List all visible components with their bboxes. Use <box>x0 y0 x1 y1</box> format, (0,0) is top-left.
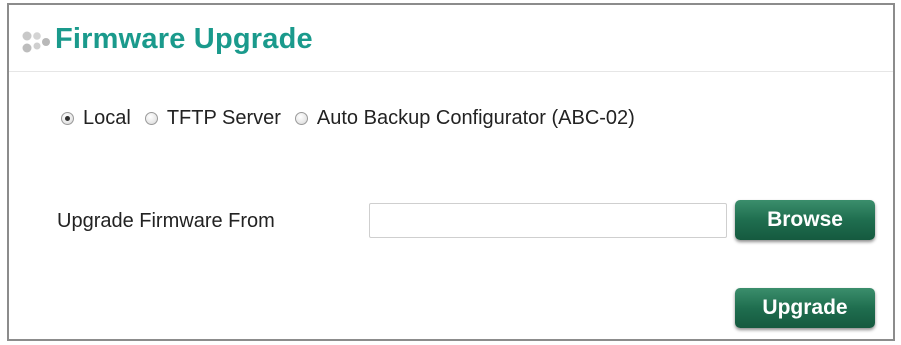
upgrade-from-label: Upgrade Firmware From <box>57 210 275 232</box>
radio-tftp-server-label: TFTP Server <box>166 106 281 129</box>
radio-tftp-server-button[interactable] <box>144 111 158 125</box>
radio-local-button[interactable] <box>61 111 74 125</box>
radio-tftp-server[interactable]: TFTP Server <box>144 106 281 130</box>
radio-local-label: Local <box>83 106 131 129</box>
browse-button[interactable]: Browse <box>735 200 875 240</box>
radio-abc[interactable]: Auto Backup Configurator (ABC-02) <box>294 106 635 130</box>
radio-abc-button[interactable] <box>294 111 308 125</box>
firmware-file-field[interactable] <box>369 203 727 238</box>
firmware-upgrade-panel: Firmware Upgrade Local TFTP Server Auto … <box>7 3 895 341</box>
upgrade-button[interactable]: Upgrade <box>735 288 875 328</box>
upgrade-source-group: Local TFTP Server Auto Backup Configurat… <box>61 105 649 131</box>
dots-icon <box>22 31 50 53</box>
page-title: Firmware Upgrade <box>55 23 313 55</box>
radio-local[interactable]: Local <box>61 107 131 130</box>
panel-header: Firmware Upgrade <box>9 5 893 72</box>
radio-abc-label: Auto Backup Configurator (ABC-02) <box>316 106 635 129</box>
